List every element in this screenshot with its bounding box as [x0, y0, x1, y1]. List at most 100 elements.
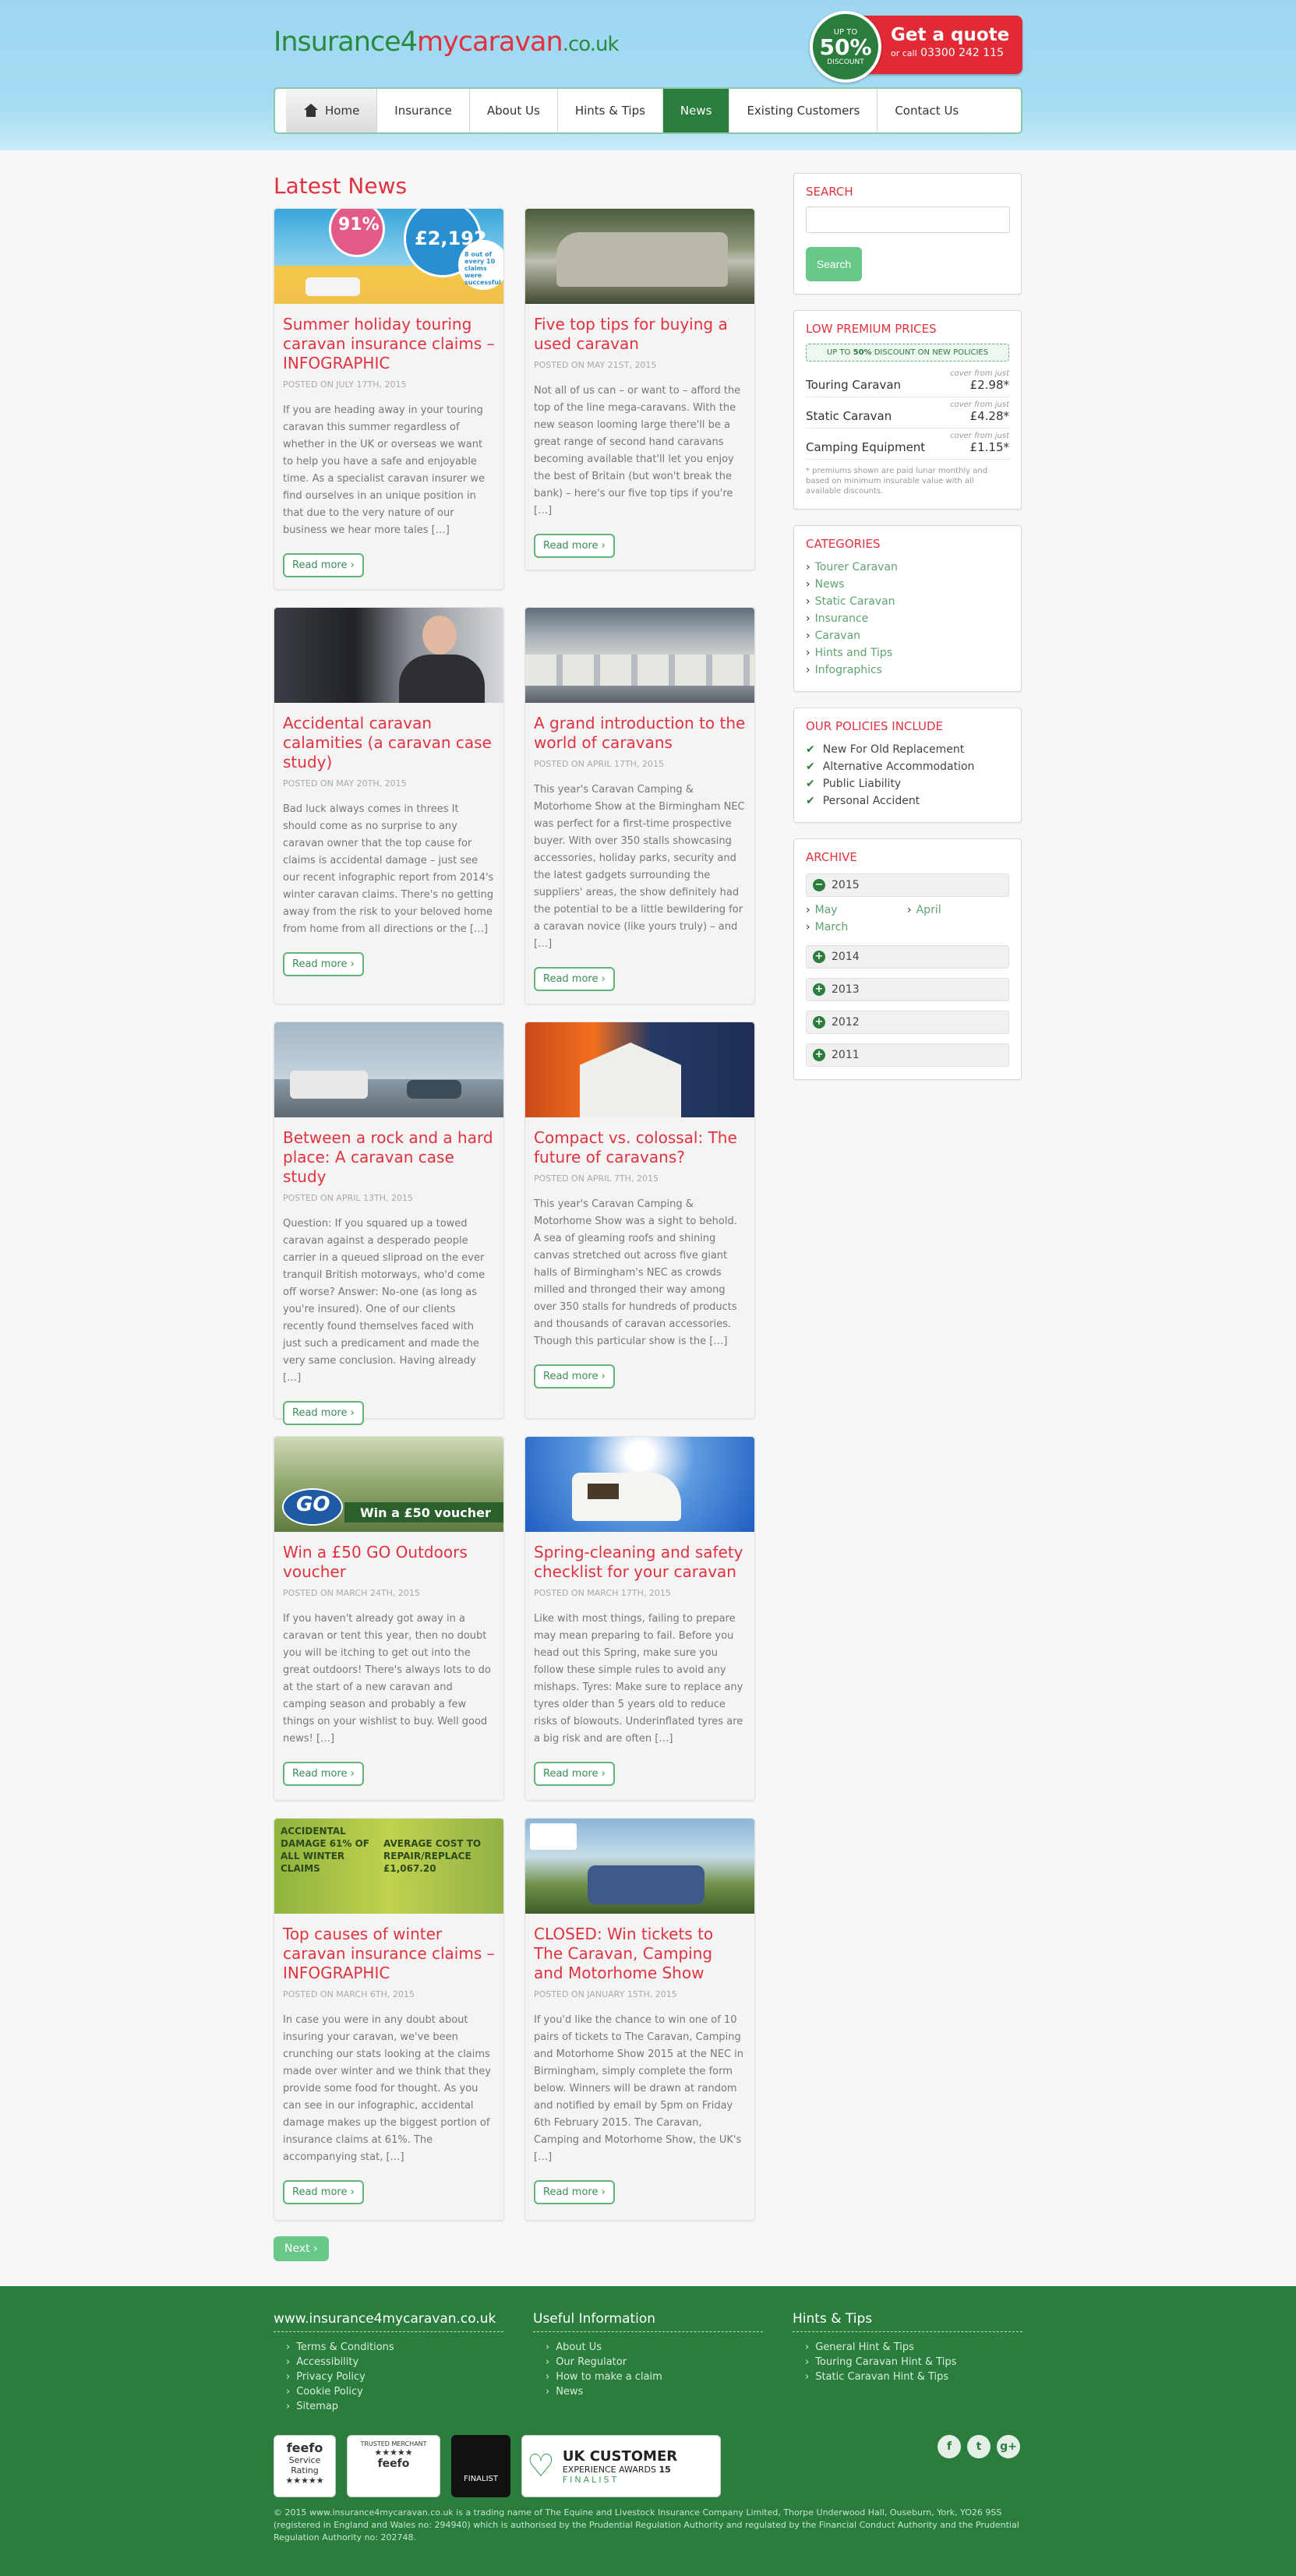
nav-hints-tips[interactable]: Hints & Tips: [558, 89, 663, 132]
post-title[interactable]: A grand introduction to the world of car…: [534, 714, 746, 753]
post-title[interactable]: CLOSED: Win tickets to The Caravan, Camp…: [534, 1925, 746, 1983]
footer-link[interactable]: Sitemap: [274, 2399, 503, 2414]
post-title[interactable]: Five top tips for buying a used caravan: [534, 315, 746, 354]
read-more-button[interactable]: Read more ›: [534, 1364, 615, 1389]
category-link[interactable]: News: [806, 576, 1009, 593]
discount-note: UP TO 50% DISCOUNT ON NEW POLICIES: [806, 344, 1009, 362]
post-thumbnail[interactable]: ACCIDENTAL DAMAGE 61% OF ALL WINTER CLAI…: [274, 1819, 503, 1914]
footer-link[interactable]: Our Regulator: [533, 2355, 763, 2370]
archive-month-link[interactable]: May: [806, 902, 907, 919]
footer-link[interactable]: Accessibility: [274, 2355, 503, 2370]
archive-year[interactable]: +2012: [806, 1011, 1009, 1034]
read-more-button[interactable]: Read more ›: [534, 534, 615, 558]
post-thumbnail[interactable]: [525, 209, 754, 304]
post-thumbnail[interactable]: GO Win a £50 voucher: [274, 1437, 503, 1532]
nav-insurance[interactable]: Insurance: [377, 89, 470, 132]
category-link[interactable]: Insurance: [806, 610, 1009, 627]
feefo-service-badge[interactable]: feefo Service Rating ★★★★★: [274, 2435, 336, 2497]
feefo-trusted-badge[interactable]: TRUSTED MERCHANT ★★★★★ feefo: [347, 2435, 440, 2497]
post-date: POSTED ON JANUARY 15TH, 2015: [534, 1989, 677, 1999]
footer-link[interactable]: Touring Caravan Hint & Tips: [793, 2355, 1022, 2370]
chevron-right-icon: ›: [350, 958, 355, 970]
nav-contact-us[interactable]: Contact Us: [878, 89, 976, 132]
search-input[interactable]: [806, 206, 1010, 233]
facebook-icon[interactable]: f: [938, 2435, 961, 2458]
read-more-button[interactable]: Read more ›: [534, 1762, 615, 1786]
footer-link[interactable]: Cookie Policy: [274, 2384, 503, 2399]
read-more-button[interactable]: Read more ›: [283, 1401, 364, 1425]
footer-link[interactable]: News: [533, 2384, 763, 2399]
read-more-button[interactable]: Read more ›: [283, 1762, 364, 1786]
footer-link[interactable]: Static Caravan Hint & Tips: [793, 2370, 1022, 2384]
nav-existing-customers[interactable]: Existing Customers: [729, 89, 878, 132]
widget-title: CATEGORIES: [806, 537, 881, 551]
post-excerpt: Like with most things, failing to prepar…: [534, 1613, 743, 1745]
post-excerpt: If you haven't already got away in a car…: [283, 1613, 491, 1745]
read-more-button[interactable]: Read more ›: [283, 952, 364, 976]
google-plus-icon[interactable]: g+: [997, 2435, 1020, 2458]
news-card: CLOSED: Win tickets to The Caravan, Camp…: [524, 1818, 755, 2221]
post-thumbnail[interactable]: [274, 1022, 503, 1117]
post-thumbnail[interactable]: [525, 1437, 754, 1532]
twitter-icon[interactable]: t: [967, 2435, 991, 2458]
home-icon: [303, 104, 319, 118]
widget-title: LOW PREMIUM PRICES: [806, 322, 937, 336]
footer-link[interactable]: Privacy Policy: [274, 2370, 503, 2384]
next-page-button[interactable]: Next ›: [274, 2236, 329, 2261]
post-title[interactable]: Accidental caravan calamities (a caravan…: [283, 714, 495, 772]
post-date: POSTED ON MAY 20TH, 2015: [283, 778, 407, 789]
post-title[interactable]: Win a £50 GO Outdoors voucher: [283, 1543, 495, 1582]
category-link[interactable]: Hints and Tips: [806, 644, 1009, 662]
read-more-button[interactable]: Read more ›: [534, 967, 615, 991]
post-thumbnail[interactable]: [525, 608, 754, 703]
category-link[interactable]: Tourer Caravan: [806, 559, 1009, 576]
post-thumbnail[interactable]: [525, 1819, 754, 1914]
archive-year-2015[interactable]: −2015: [806, 873, 1009, 897]
footer-link[interactable]: How to make a claim: [533, 2370, 763, 2384]
uk-cx-awards-badge[interactable]: ♡ UK CUSTOMER EXPERIENCE AWARDS 15 FINAL…: [521, 2435, 721, 2497]
post-date: POSTED ON APRIL 13TH, 2015: [283, 1193, 413, 1203]
quote-box[interactable]: Get a quote or call 03300 242 115: [858, 16, 1022, 74]
footer-link[interactable]: General Hint & Tips: [793, 2340, 1022, 2355]
awards-row: feefo Service Rating ★★★★★ TRUSTED MERCH…: [274, 2435, 721, 2497]
caravan-graphic: [290, 1071, 368, 1099]
post-thumbnail[interactable]: [525, 1022, 754, 1117]
read-more-button[interactable]: Read more ›: [283, 553, 364, 577]
read-more-button[interactable]: Read more ›: [534, 2180, 615, 2204]
footer-link[interactable]: Terms & Conditions: [274, 2340, 503, 2355]
archive-year[interactable]: +2011: [806, 1043, 1009, 1067]
post-title[interactable]: Top causes of winter caravan insurance c…: [283, 1925, 495, 1983]
footer-col-site: www.insurance4mycaravan.co.uk Terms & Co…: [274, 2311, 503, 2414]
discount-badge: UP TO 50% DISCOUNT: [810, 11, 881, 83]
post-excerpt: This year's Caravan Camping & Motorhome …: [534, 1198, 737, 1347]
news-grid: 91% £2,192 8 out of every 10 claims were…: [274, 208, 757, 2221]
post-thumbnail[interactable]: [274, 608, 503, 703]
nav-home[interactable]: Home: [286, 89, 378, 132]
post-title[interactable]: Spring-cleaning and safety checklist for…: [534, 1543, 746, 1582]
post-title[interactable]: Compact vs. colossal: The future of cara…: [534, 1128, 746, 1167]
footer-link[interactable]: About Us: [533, 2340, 763, 2355]
category-link[interactable]: Infographics: [806, 662, 1009, 679]
nav-news[interactable]: News: [662, 89, 730, 132]
archive-month-link[interactable]: April: [907, 902, 1008, 919]
post-excerpt: If you'd like the chance to win one of 1…: [534, 2014, 744, 2163]
archive-month-link[interactable]: March: [806, 919, 907, 936]
category-link[interactable]: Static Caravan: [806, 593, 1009, 610]
category-link[interactable]: Caravan: [806, 627, 1009, 644]
car-graphic: [407, 1080, 461, 1099]
archive-year[interactable]: +2014: [806, 945, 1009, 969]
plus-circle-icon: +: [813, 951, 825, 963]
search-button[interactable]: Search: [806, 247, 862, 281]
news-card: Spring-cleaning and safety checklist for…: [524, 1436, 755, 1801]
post-date: POSTED ON MARCH 24TH, 2015: [283, 1588, 420, 1598]
chevron-right-icon: ›: [601, 540, 606, 552]
claims-finalist-badge[interactable]: FINALIST: [451, 2435, 510, 2497]
get-a-quote-button[interactable]: UP TO 50% DISCOUNT Get a quote or call 0…: [810, 11, 1022, 83]
nav-about-us[interactable]: About Us: [470, 89, 558, 132]
read-more-button[interactable]: Read more ›: [283, 2180, 364, 2204]
archive-year[interactable]: +2013: [806, 978, 1009, 1001]
post-thumbnail[interactable]: 91% £2,192 8 out of every 10 claims were…: [274, 209, 503, 304]
post-title[interactable]: Summer holiday touring caravan insurance…: [283, 315, 495, 373]
site-logo[interactable]: Insurance4mycaravan.co.uk: [274, 26, 619, 58]
post-title[interactable]: Between a rock and a hard place: A carav…: [283, 1128, 495, 1187]
